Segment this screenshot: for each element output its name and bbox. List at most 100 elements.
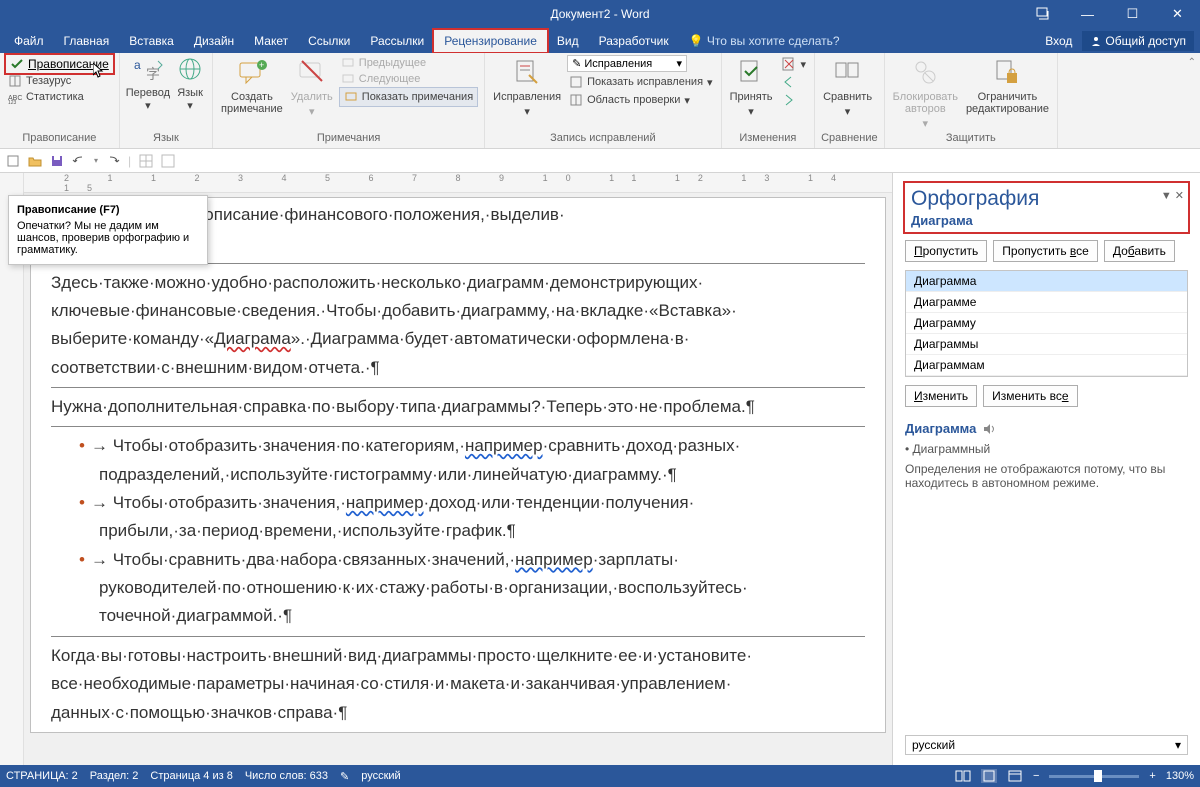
reject-icon: [781, 56, 797, 72]
track-changes-button[interactable]: Исправления▾: [491, 55, 563, 120]
add-button[interactable]: Добавить: [1104, 240, 1175, 262]
change-button[interactable]: Изменить: [905, 385, 977, 407]
redo-icon[interactable]: [106, 154, 120, 168]
titlebar: Документ2 - Word — ☐ ✕: [0, 0, 1200, 28]
tab-view[interactable]: Вид: [547, 30, 589, 52]
display-for-review-combo[interactable]: ✎ Исправления▾: [567, 55, 687, 72]
horizontal-ruler[interactable]: 2 1 1 2 3 4 5 6 7 8 9 10 11 12 13 14 15: [24, 173, 892, 193]
status-section[interactable]: Раздел: 2: [90, 770, 139, 782]
share-button[interactable]: Общий доступ: [1082, 31, 1194, 51]
suggestion-item[interactable]: Диаграмма: [906, 271, 1187, 292]
tab-insert[interactable]: Вставка: [119, 30, 184, 52]
close-icon[interactable]: ✕: [1155, 0, 1200, 28]
block-icon: [909, 57, 941, 89]
print-layout-icon[interactable]: [981, 769, 997, 783]
status-proof-icon[interactable]: ✎: [340, 770, 349, 783]
pane-lang-combo[interactable]: русский▾: [905, 735, 1188, 755]
next-comment-button[interactable]: Следующее: [339, 71, 478, 87]
pane-menu-icon[interactable]: ▼: [1161, 190, 1172, 202]
tellme-input[interactable]: 💡 Что вы хотите сделать?: [679, 30, 850, 52]
status-pageof[interactable]: Страница 4 из 8: [150, 770, 232, 782]
delete-comment-button[interactable]: Удалить▾: [289, 55, 335, 120]
globe-icon: [174, 55, 206, 87]
spelling-tooltip: Правописание (F7) Опечатки? Мы не дадим …: [8, 195, 208, 265]
block-authors-button[interactable]: Блокировать авторов▾: [891, 55, 960, 132]
next-change-button[interactable]: [779, 91, 809, 109]
accept-button[interactable]: Принять▾: [728, 55, 775, 120]
spelling-button[interactable]: Правописание: [6, 55, 113, 73]
stats-icon: ABC123: [8, 90, 22, 104]
translate-button[interactable]: a字 Перевод▾: [126, 55, 170, 112]
svg-text:+: +: [259, 60, 264, 70]
show-markup-button[interactable]: Показать исправления ▾: [567, 74, 715, 90]
open-icon[interactable]: [28, 154, 42, 168]
show-comments-button[interactable]: Показать примечания: [339, 87, 478, 107]
prev-icon: [341, 56, 355, 70]
check-icon: [10, 57, 24, 71]
prev-comment-button[interactable]: Предыдущее: [339, 55, 478, 71]
web-layout-icon[interactable]: [1007, 769, 1023, 783]
table-icon[interactable]: [139, 154, 153, 168]
definition-head: Диаграмма: [905, 421, 1188, 436]
translate-icon: a字: [132, 55, 164, 87]
save-icon[interactable]: [50, 154, 64, 168]
skip-button[interactable]: Пропустить: [905, 240, 987, 262]
window-title: Документ2 - Word: [550, 7, 649, 21]
speaker-icon[interactable]: [982, 422, 996, 436]
comment-del-icon: [296, 57, 328, 89]
tab-mail[interactable]: Рассылки: [360, 30, 434, 52]
thesaurus-button[interactable]: Тезаурус: [6, 73, 73, 89]
tab-home[interactable]: Главная: [54, 30, 120, 52]
pane-title: Орфография: [911, 187, 1182, 211]
ribbon: ⌃ Правописание Тезаурус ABC123 Статистик…: [0, 53, 1200, 149]
suggestion-item[interactable]: Диаграмме: [906, 292, 1187, 313]
status-lang[interactable]: русский: [361, 770, 400, 782]
pane-close-icon[interactable]: ✕: [1175, 190, 1184, 202]
maximize-icon[interactable]: ☐: [1110, 0, 1155, 28]
tab-file[interactable]: Файл: [4, 30, 54, 52]
minimize-icon[interactable]: —: [1065, 0, 1110, 28]
status-page[interactable]: СТРАНИЦА: 2: [6, 770, 78, 782]
language-button[interactable]: Язык▾: [174, 55, 206, 112]
menubar: Файл Главная Вставка Дизайн Макет Ссылки…: [0, 28, 1200, 53]
tab-review[interactable]: Рецензирование: [434, 30, 547, 52]
spelling-error[interactable]: Диаграма: [214, 329, 291, 348]
compare-button[interactable]: Сравнить▾: [821, 55, 874, 120]
spelling-pane: Орфография Диаграма ▼ ✕ Пропустить Пропу…: [892, 173, 1200, 765]
tab-layout[interactable]: Макет: [244, 30, 298, 52]
skip-all-button[interactable]: Пропустить все: [993, 240, 1098, 262]
ribbon-options-icon[interactable]: [1020, 0, 1065, 28]
tab-dev[interactable]: Разработчик: [589, 30, 679, 52]
status-words[interactable]: Число слов: 633: [245, 770, 328, 782]
touch-mode-icon[interactable]: [6, 154, 20, 168]
group-label-protect: Защитить: [891, 132, 1051, 146]
tab-refs[interactable]: Ссылки: [298, 30, 360, 52]
zoom-slider[interactable]: [1049, 775, 1139, 778]
suggestion-item[interactable]: Диаграммам: [906, 355, 1187, 376]
undo-icon[interactable]: [72, 154, 86, 168]
collapse-ribbon-icon[interactable]: ⌃: [1188, 57, 1196, 68]
cursor-icon: [93, 63, 105, 79]
signin-link[interactable]: Вход: [1045, 34, 1072, 48]
suggestion-item[interactable]: Диаграммы: [906, 334, 1187, 355]
zoom-level[interactable]: 130%: [1166, 770, 1194, 782]
review-pane-button[interactable]: Область проверки ▾: [567, 92, 715, 108]
read-mode-icon[interactable]: [955, 769, 971, 783]
table2-icon[interactable]: [161, 154, 175, 168]
reject-button[interactable]: ▾: [779, 55, 809, 73]
restrict-button[interactable]: Ограничить редактирование: [964, 55, 1051, 117]
stats-button[interactable]: ABC123 Статистика: [6, 89, 86, 105]
suggestion-item[interactable]: Диаграмму: [906, 313, 1187, 334]
tab-design[interactable]: Дизайн: [184, 30, 244, 52]
change-all-button[interactable]: Изменить все: [983, 385, 1077, 407]
zoom-in-button[interactable]: +: [1149, 770, 1155, 782]
zoom-out-button[interactable]: −: [1033, 770, 1039, 782]
compare-icon: [832, 57, 864, 89]
document-page[interactable]: м·разделе·краткое·описание·финансового·п…: [30, 197, 886, 733]
svg-text:123: 123: [8, 100, 17, 104]
group-label-comments: Примечания: [219, 132, 478, 146]
left-icon: [781, 74, 797, 90]
prev-change-button[interactable]: [779, 73, 809, 91]
statusbar: СТРАНИЦА: 2 Раздел: 2 Страница 4 из 8 Чи…: [0, 765, 1200, 787]
new-comment-button[interactable]: + Создать примечание: [219, 55, 285, 117]
